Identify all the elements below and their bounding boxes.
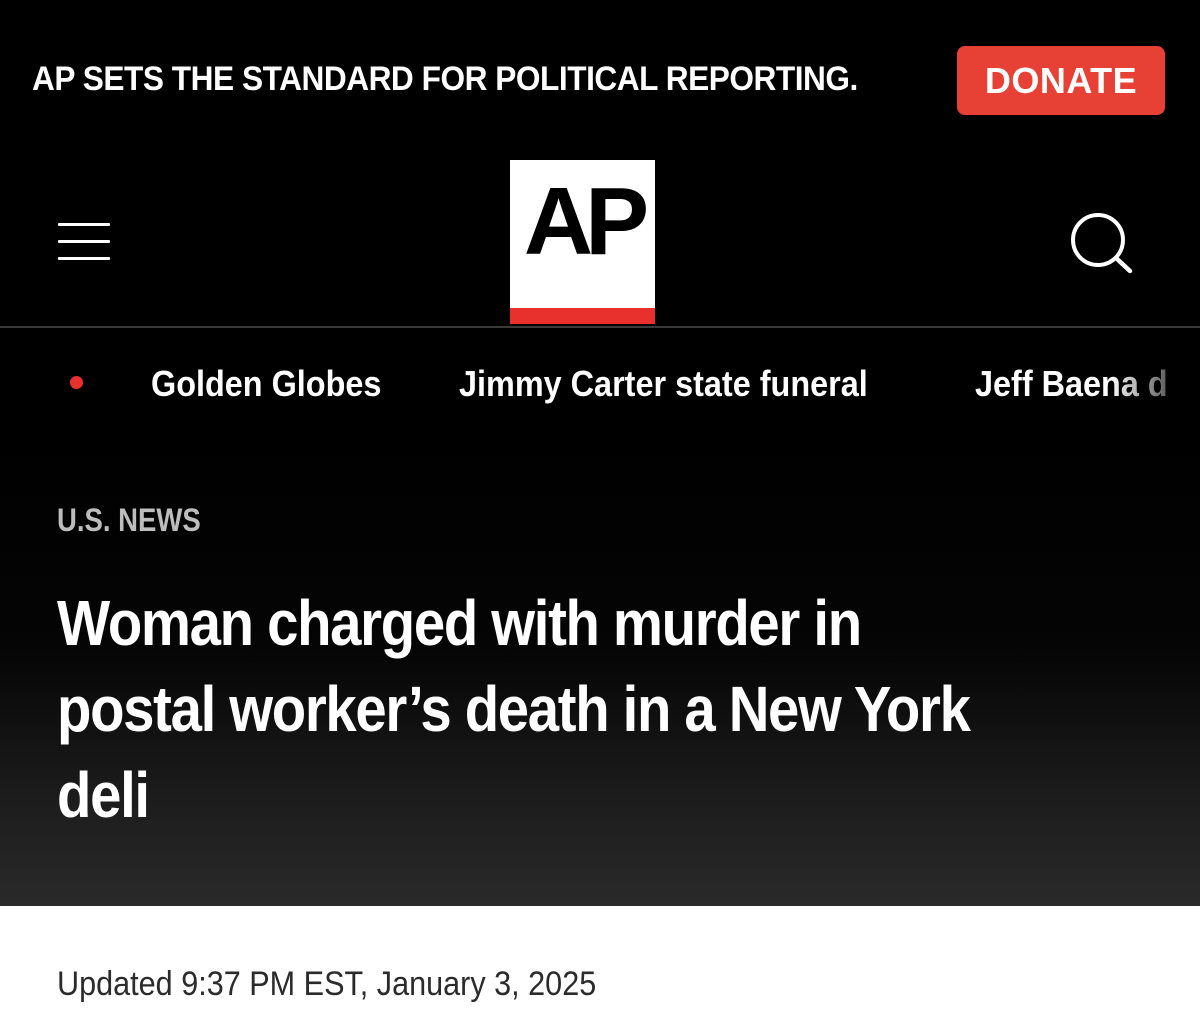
- trending-link-jimmy-carter[interactable]: Jimmy Carter state funeral: [459, 363, 868, 405]
- section-label[interactable]: U.S. NEWS: [57, 502, 201, 539]
- logo-text: AP: [523, 168, 649, 275]
- menu-button[interactable]: [58, 223, 110, 261]
- article-hero: U.S. NEWS Woman charged with murder in p…: [0, 436, 1200, 906]
- trending-nav: Golden Globes Jimmy Carter state funeral…: [0, 328, 1200, 436]
- trending-link-golden-globes[interactable]: Golden Globes: [151, 363, 381, 405]
- promo-bar: AP SETS THE STANDARD FOR POLITICAL REPOR…: [0, 0, 1200, 130]
- donate-button[interactable]: DONATE: [957, 46, 1165, 115]
- article-headline: Woman charged with murder in postal work…: [57, 580, 1069, 838]
- headline-line: deli: [57, 759, 150, 831]
- search-icon: [1071, 213, 1133, 274]
- logo-red-stripe: [510, 308, 655, 324]
- trending-fade-overlay: [1110, 328, 1200, 436]
- search-button[interactable]: [1066, 212, 1136, 274]
- site-header: AP: [0, 130, 1200, 326]
- headline-line: postal worker’s death in a New York: [57, 673, 971, 745]
- updated-timestamp: Updated 9:37 PM EST, January 3, 2025: [57, 965, 597, 1003]
- promo-text: AP SETS THE STANDARD FOR POLITICAL REPOR…: [32, 60, 858, 98]
- ap-logo[interactable]: AP: [510, 160, 655, 324]
- live-dot-icon: [70, 376, 83, 389]
- headline-line: Woman charged with murder in: [57, 587, 862, 659]
- page: AP SETS THE STANDARD FOR POLITICAL REPOR…: [0, 0, 1200, 1030]
